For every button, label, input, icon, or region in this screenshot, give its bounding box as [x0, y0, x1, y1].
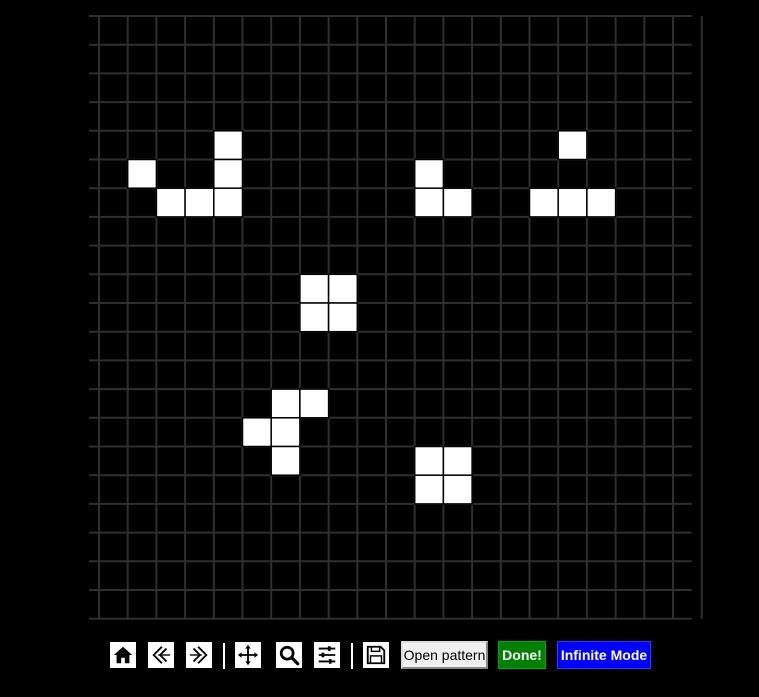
game-of-life-board[interactable] [0, 0, 759, 697]
live-cell[interactable] [213, 187, 244, 218]
toolbar-divider [223, 643, 225, 669]
live-cell[interactable] [413, 187, 445, 218]
settings-button[interactable] [313, 641, 341, 669]
zoom-button[interactable] [275, 641, 303, 669]
home-icon [113, 646, 133, 664]
live-cell[interactable] [442, 445, 473, 476]
live-cell[interactable] [528, 187, 559, 218]
redo-icon [189, 646, 208, 664]
live-cell[interactable] [184, 187, 215, 218]
live-cell[interactable] [126, 158, 158, 189]
live-cell[interactable] [557, 187, 588, 218]
live-cell[interactable] [586, 187, 617, 218]
live-cell[interactable] [413, 474, 445, 505]
live-cell[interactable] [213, 130, 244, 161]
done-button[interactable]: Done! [498, 641, 546, 669]
live-cell[interactable] [270, 417, 301, 448]
live-cell[interactable] [413, 158, 445, 189]
move-icon [237, 644, 259, 666]
live-cell[interactable] [413, 445, 445, 476]
redo-button[interactable] [185, 641, 213, 669]
pan-button[interactable] [234, 641, 262, 669]
save-icon [366, 645, 386, 665]
home-button[interactable] [109, 641, 137, 669]
live-cell[interactable] [270, 388, 301, 419]
live-cell[interactable] [327, 302, 359, 333]
live-cell[interactable] [442, 187, 473, 218]
search-icon [279, 645, 300, 666]
undo-icon [152, 646, 171, 664]
live-cell[interactable] [299, 302, 330, 333]
toolbar-divider [351, 643, 353, 669]
sliders-icon [318, 646, 336, 664]
live-cell[interactable] [327, 273, 359, 304]
infinite-mode-button[interactable]: Infinite Mode [557, 641, 651, 669]
live-cell[interactable] [241, 417, 272, 448]
live-cell[interactable] [442, 474, 473, 505]
toolbar: Open pattern Done! Infinite Mode [0, 641, 759, 671]
live-cell[interactable] [155, 187, 186, 218]
live-cell[interactable] [557, 130, 588, 161]
live-cell[interactable] [299, 273, 330, 304]
save-button[interactable] [362, 641, 390, 669]
live-cell[interactable] [299, 388, 330, 419]
live-cell[interactable] [213, 158, 244, 189]
open-pattern-button[interactable]: Open pattern [401, 641, 488, 669]
live-cell[interactable] [270, 445, 301, 476]
undo-button[interactable] [147, 641, 175, 669]
